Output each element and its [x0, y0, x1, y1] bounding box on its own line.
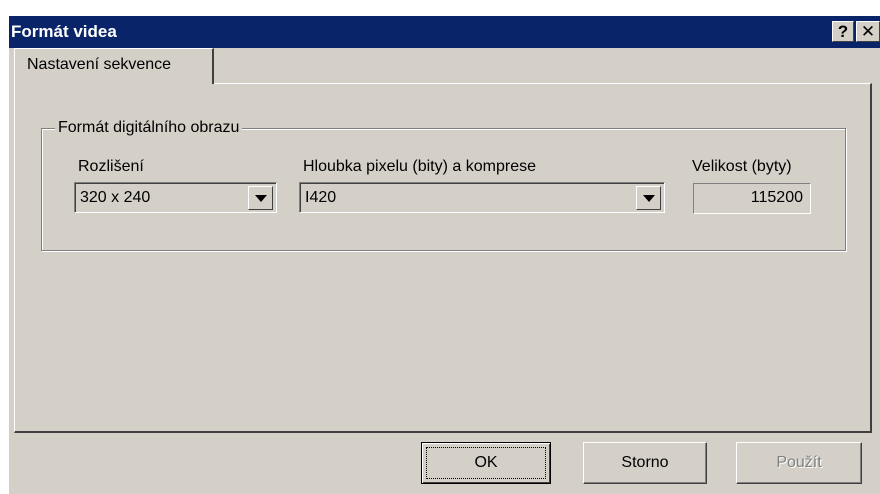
apply-label: Použít	[776, 454, 822, 471]
pixel-depth-value: I420	[305, 189, 337, 206]
size-field: 115200	[693, 183, 811, 214]
chevron-down-icon[interactable]	[248, 186, 273, 210]
size-label: Velikost (byty)	[692, 158, 792, 175]
help-button[interactable]: ?	[832, 21, 854, 42]
title-bar[interactable]: Formát videa ? ✕	[9, 16, 880, 48]
chevron-down-icon[interactable]	[636, 186, 661, 210]
resolution-label: Rozlišení	[78, 158, 144, 175]
cancel-button[interactable]: Storno	[583, 442, 707, 484]
close-button[interactable]: ✕	[856, 21, 880, 42]
size-value: 115200	[750, 189, 803, 206]
pixel-depth-label: Hloubka pixelu (bity) a komprese	[303, 158, 536, 175]
apply-button[interactable]: Použít	[736, 442, 862, 484]
resolution-value: 320 x 240	[80, 189, 151, 206]
close-icon: ✕	[860, 22, 876, 41]
tab-label: Nastavení sekvence	[27, 56, 172, 73]
tab-sequence-settings[interactable]: Nastavení sekvence	[14, 48, 214, 84]
focus-rect	[426, 447, 546, 479]
cancel-label: Storno	[621, 454, 669, 471]
window-title: Formát videa	[11, 22, 117, 41]
resolution-select[interactable]: 320 x 240	[74, 182, 277, 213]
ok-button[interactable]: OK	[421, 442, 551, 484]
pixel-depth-select[interactable]: I420	[299, 182, 665, 213]
group-legend: Formát digitálního obrazu	[55, 119, 243, 137]
